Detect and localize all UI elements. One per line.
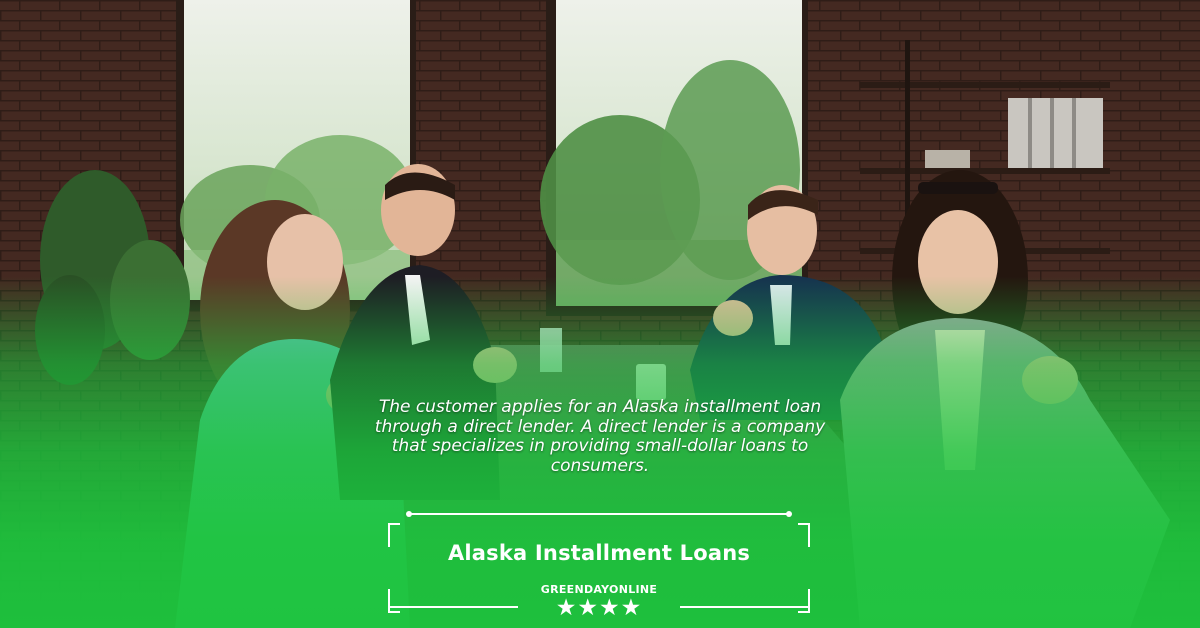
- page-title: Alaska Installment Loans: [447, 541, 751, 565]
- water-glass: [540, 328, 562, 372]
- coffee-mug: [636, 364, 666, 400]
- banner-image: The customer applies for an Alaska insta…: [0, 0, 1200, 628]
- frame-dot-right: [786, 511, 792, 517]
- frame-top-line: [408, 513, 788, 515]
- caption-text: The customer applies for an Alaska insta…: [374, 397, 826, 476]
- title-frame: Alaska Installment Loans GREENDAYONLINE …: [388, 509, 810, 621]
- rating-stars: ★★★★: [555, 595, 643, 621]
